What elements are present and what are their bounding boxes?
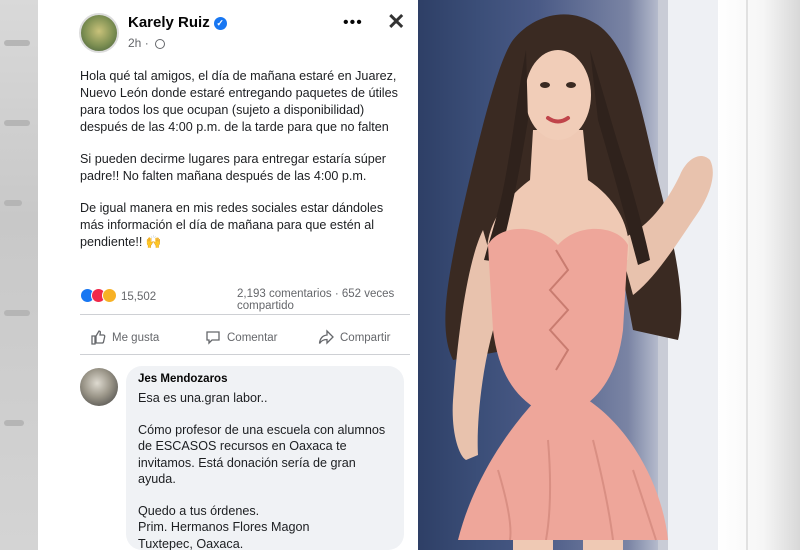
haha-reaction-icon (102, 288, 117, 303)
post-paragraph: Hola qué tal amigos, el día de mañana es… (80, 69, 398, 134)
comment-paragraph: Quedo a tus órdenes. Prim. Hermanos Flor… (138, 503, 310, 550)
post-stats: 15,502 2,193 comentarios · 652 veces com… (80, 288, 410, 312)
share-button[interactable]: Compartir (318, 326, 390, 350)
woman-in-pink-dress-photo (418, 0, 718, 550)
like-label: Me gusta (112, 332, 160, 344)
close-icon[interactable]: ✕ (387, 9, 405, 35)
post-paragraph: De igual manera en mis redes sociales es… (80, 201, 384, 249)
post-meta: 2h · (128, 36, 166, 50)
comment-paragraph: Esa es una.gran labor.. (138, 391, 268, 405)
post-actions: Me gusta Comentar Compartir (80, 326, 410, 350)
share-label: Compartir (340, 332, 391, 344)
author-avatar[interactable] (79, 13, 119, 53)
post-body: Hola qué tal amigos, el día de mañana es… (80, 68, 410, 266)
commenter-name[interactable]: Jes Mendozaros (138, 373, 392, 385)
divider (80, 354, 410, 355)
comment-bubble: Jes Mendozaros Esa es una.gran labor.. C… (126, 366, 404, 550)
like-icon (91, 330, 106, 345)
engagement-counts: 2,193 comentarios · 652 veces compartido (237, 288, 395, 312)
comment-paragraph: Cómo profesor de una escuela con alumnos… (138, 422, 386, 487)
like-button[interactable]: Me gusta (90, 326, 159, 350)
comment-body: Esa es una.gran labor.. Cómo profesor de… (138, 390, 392, 550)
photo-illustration (445, 0, 718, 550)
comment-button[interactable]: Comentar (205, 326, 278, 350)
divider (80, 314, 410, 315)
more-icon[interactable]: ••• (343, 14, 363, 32)
reactions-count[interactable]: 15,502 (121, 291, 156, 303)
facebook-post: Karely Ruiz ✓ 2h · ••• ✕ Hola qué tal ami… (38, 0, 418, 550)
post-time[interactable]: 2h (128, 36, 141, 50)
commenter-avatar[interactable] (80, 368, 118, 406)
comments-count[interactable]: 2,193 comentarios (237, 288, 332, 300)
verified-badge-icon: ✓ (213, 17, 227, 30)
globe-icon (155, 39, 166, 49)
comment-label: Comentar (227, 332, 278, 344)
author-name[interactable]: Karely Ruiz ✓ (128, 14, 227, 31)
comment-icon (206, 331, 220, 345)
share-icon (318, 329, 334, 345)
background-left-blur (0, 0, 38, 550)
background-right (718, 0, 800, 550)
author-name-text[interactable]: Karely Ruiz (128, 14, 210, 31)
post-paragraph: Si pueden decirme lugares para entregar … (80, 152, 386, 183)
post-header: Karely Ruiz ✓ 2h · ••• ✕ (38, 0, 418, 56)
